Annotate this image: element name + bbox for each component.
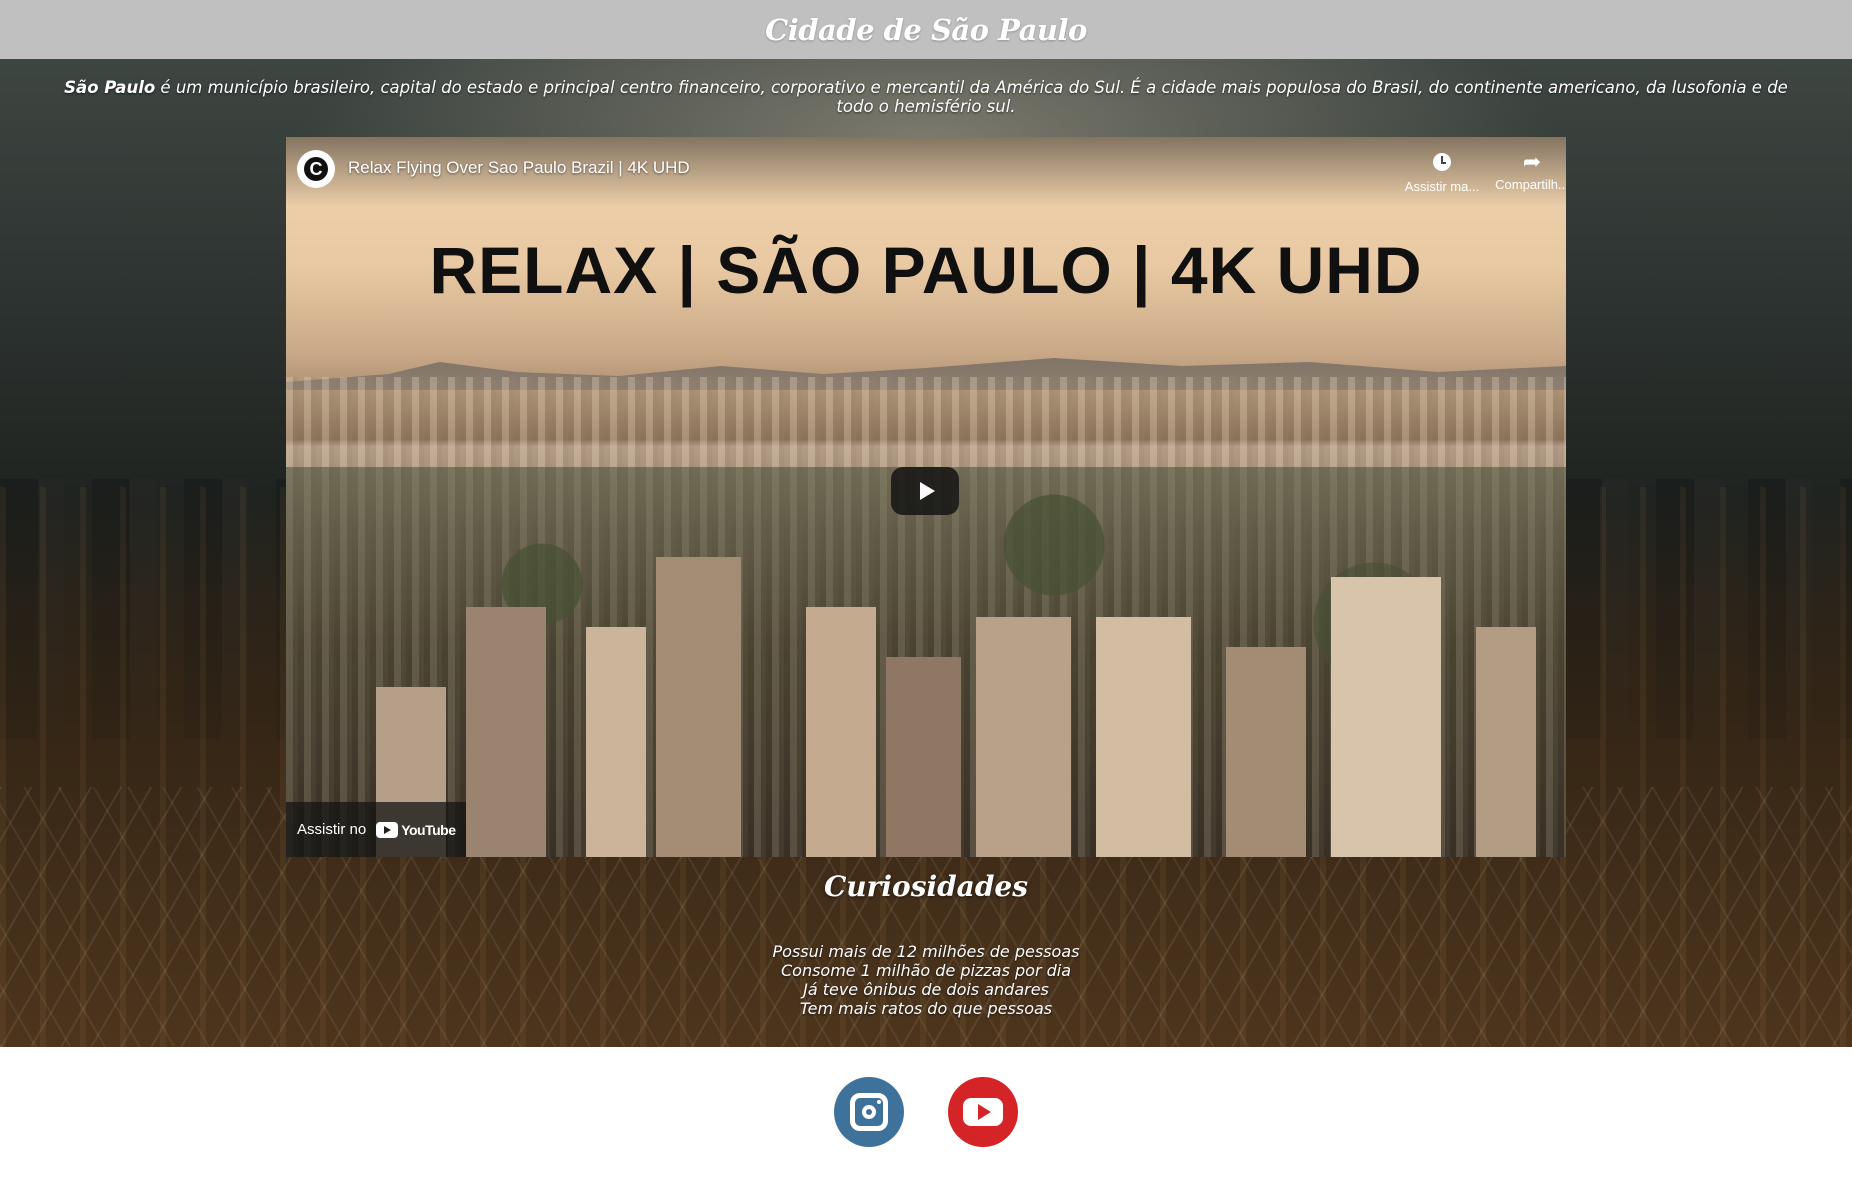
watch-later-button[interactable]: Assistir ma... xyxy=(1400,149,1484,194)
intro-city-name: São Paulo xyxy=(64,78,156,97)
play-button[interactable] xyxy=(891,467,959,515)
share-button[interactable]: ➦ Compartilh... xyxy=(1490,149,1566,192)
instagram-icon xyxy=(850,1093,888,1131)
youtube-link[interactable] xyxy=(948,1077,1018,1147)
watch-later-label: Assistir ma... xyxy=(1404,179,1480,194)
intro-paragraph: São Paulo é um município brasileiro, cap… xyxy=(50,78,1802,116)
clock-icon xyxy=(1433,153,1451,171)
watch-on-youtube-button[interactable]: Assistir no YouTube xyxy=(286,802,466,857)
page-header: Cidade de São Paulo xyxy=(0,0,1852,59)
youtube-video-embed[interactable]: C Relax Flying Over Sao Paulo Brazil | 4… xyxy=(286,137,1566,857)
curiosidades-list: Possui mais de 12 milhões de pessoas Con… xyxy=(0,942,1852,1018)
channel-c-logo-icon: C xyxy=(304,157,328,181)
instagram-link[interactable] xyxy=(834,1077,904,1147)
list-item: Tem mais ratos do que pessoas xyxy=(799,999,1053,1018)
list-item: Já teve ônibus de dois andares xyxy=(803,980,1049,999)
watch-on-label: Assistir no xyxy=(297,821,367,838)
youtube-logo-icon: YouTube xyxy=(376,821,456,838)
list-item: Possui mais de 12 milhões de pessoas xyxy=(772,942,1080,961)
list-item: Consome 1 milhão de pizzas por dia xyxy=(780,961,1072,980)
channel-avatar[interactable]: C xyxy=(297,150,335,188)
intro-text: é um município brasileiro, capital do es… xyxy=(155,78,1788,116)
youtube-icon xyxy=(963,1098,1003,1126)
share-label: Compartilh... xyxy=(1495,177,1566,192)
video-thumbnail-heading: RELAX | SÃO PAULO | 4K UHD xyxy=(429,233,1423,307)
play-icon xyxy=(919,482,935,500)
curiosidades-heading: Curiosidades xyxy=(824,870,1028,903)
footer xyxy=(0,1047,1852,1190)
youtube-wordmark: YouTube xyxy=(401,821,456,838)
page-title: Cidade de São Paulo xyxy=(765,12,1087,47)
video-title-link[interactable]: Relax Flying Over Sao Paulo Brazil | 4K … xyxy=(348,158,690,178)
share-icon: ➦ xyxy=(1522,149,1542,174)
